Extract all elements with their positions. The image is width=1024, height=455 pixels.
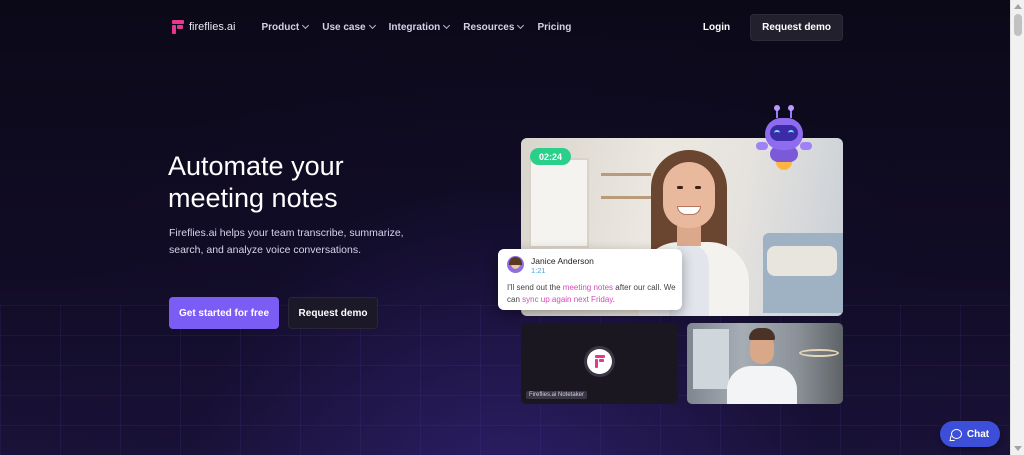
transcript-message: I'll send out the meeting notes after ou… bbox=[507, 282, 677, 305]
background-grid bbox=[0, 305, 1010, 455]
fireflies-logo-icon bbox=[584, 346, 615, 377]
page: fireflies.ai Product Use case Integratio… bbox=[0, 0, 1010, 455]
man-participant bbox=[723, 328, 803, 404]
chevron-down-icon bbox=[443, 21, 451, 30]
chevron-down-icon bbox=[302, 21, 310, 30]
menu-item-resources[interactable]: Resources bbox=[463, 21, 525, 33]
scrollbar-thumb[interactable] bbox=[1014, 14, 1022, 36]
menu-label: Integration bbox=[388, 21, 441, 33]
nav-actions: Login Request demo bbox=[703, 13, 843, 41]
message-text: . bbox=[612, 294, 615, 304]
menu-item-product[interactable]: Product bbox=[261, 21, 310, 33]
message-text: I'll send out the bbox=[507, 283, 563, 292]
brand-logo[interactable]: fireflies.ai bbox=[172, 20, 235, 34]
chevron-down-icon bbox=[517, 21, 525, 30]
menu-label: Pricing bbox=[537, 21, 572, 33]
menu-label: Resources bbox=[463, 21, 515, 33]
call-timer-badge: 02:24 bbox=[530, 148, 571, 165]
robot-mascot-icon bbox=[756, 105, 814, 170]
hero-title-line-1: Automate your bbox=[168, 151, 344, 181]
request-demo-nav-button[interactable]: Request demo bbox=[750, 13, 843, 41]
message-highlight: meeting notes bbox=[562, 283, 614, 292]
chat-bubble-icon bbox=[950, 429, 962, 439]
menu-label: Product bbox=[261, 21, 300, 33]
bg-light bbox=[799, 349, 839, 357]
hero-title-line-2: meeting notes bbox=[168, 183, 338, 213]
message-highlight: sync up again next Friday bbox=[522, 294, 613, 304]
menu-item-use-case[interactable]: Use case bbox=[322, 21, 376, 33]
chevron-down-icon bbox=[368, 21, 376, 30]
speaker-name: Janice Anderson bbox=[531, 256, 594, 266]
top-nav: fireflies.ai Product Use case Integratio… bbox=[172, 13, 843, 41]
speaker-timestamp: 1:21 bbox=[531, 266, 546, 275]
transcript-card: Janice Anderson 1:21 I'll send out the m… bbox=[498, 249, 682, 310]
menu-item-integration[interactable]: Integration bbox=[388, 21, 451, 33]
notetaker-label: Fireflies.ai Notetaker bbox=[526, 391, 588, 399]
page-scrollbar[interactable] bbox=[1010, 0, 1024, 455]
hero-title: Automate your meeting notes bbox=[168, 150, 428, 214]
man-video-tile bbox=[687, 323, 843, 404]
menu-label: Use case bbox=[322, 21, 366, 33]
chat-widget-label: Chat bbox=[966, 428, 990, 440]
avatar bbox=[507, 256, 524, 273]
chat-widget-button[interactable]: Chat bbox=[940, 421, 1000, 447]
login-link[interactable]: Login bbox=[703, 22, 730, 33]
scroll-down-icon[interactable] bbox=[1014, 446, 1022, 451]
get-started-button[interactable]: Get started for free bbox=[169, 297, 279, 329]
menu-item-pricing[interactable]: Pricing bbox=[537, 22, 571, 33]
scroll-up-icon[interactable] bbox=[1014, 4, 1022, 9]
bg-pillow bbox=[767, 246, 837, 276]
hero-subtitle: Fireflies.ai helps your team transcribe,… bbox=[169, 227, 404, 256]
notetaker-video-tile: Fireflies.ai Notetaker bbox=[521, 323, 678, 404]
fireflies-logo-icon bbox=[172, 20, 184, 34]
request-demo-button[interactable]: Request demo bbox=[288, 297, 378, 329]
bg-window bbox=[529, 158, 589, 248]
logo-text: fireflies.ai bbox=[189, 21, 236, 33]
main-menu: Product Use case Integration Resources P… bbox=[261, 22, 571, 33]
